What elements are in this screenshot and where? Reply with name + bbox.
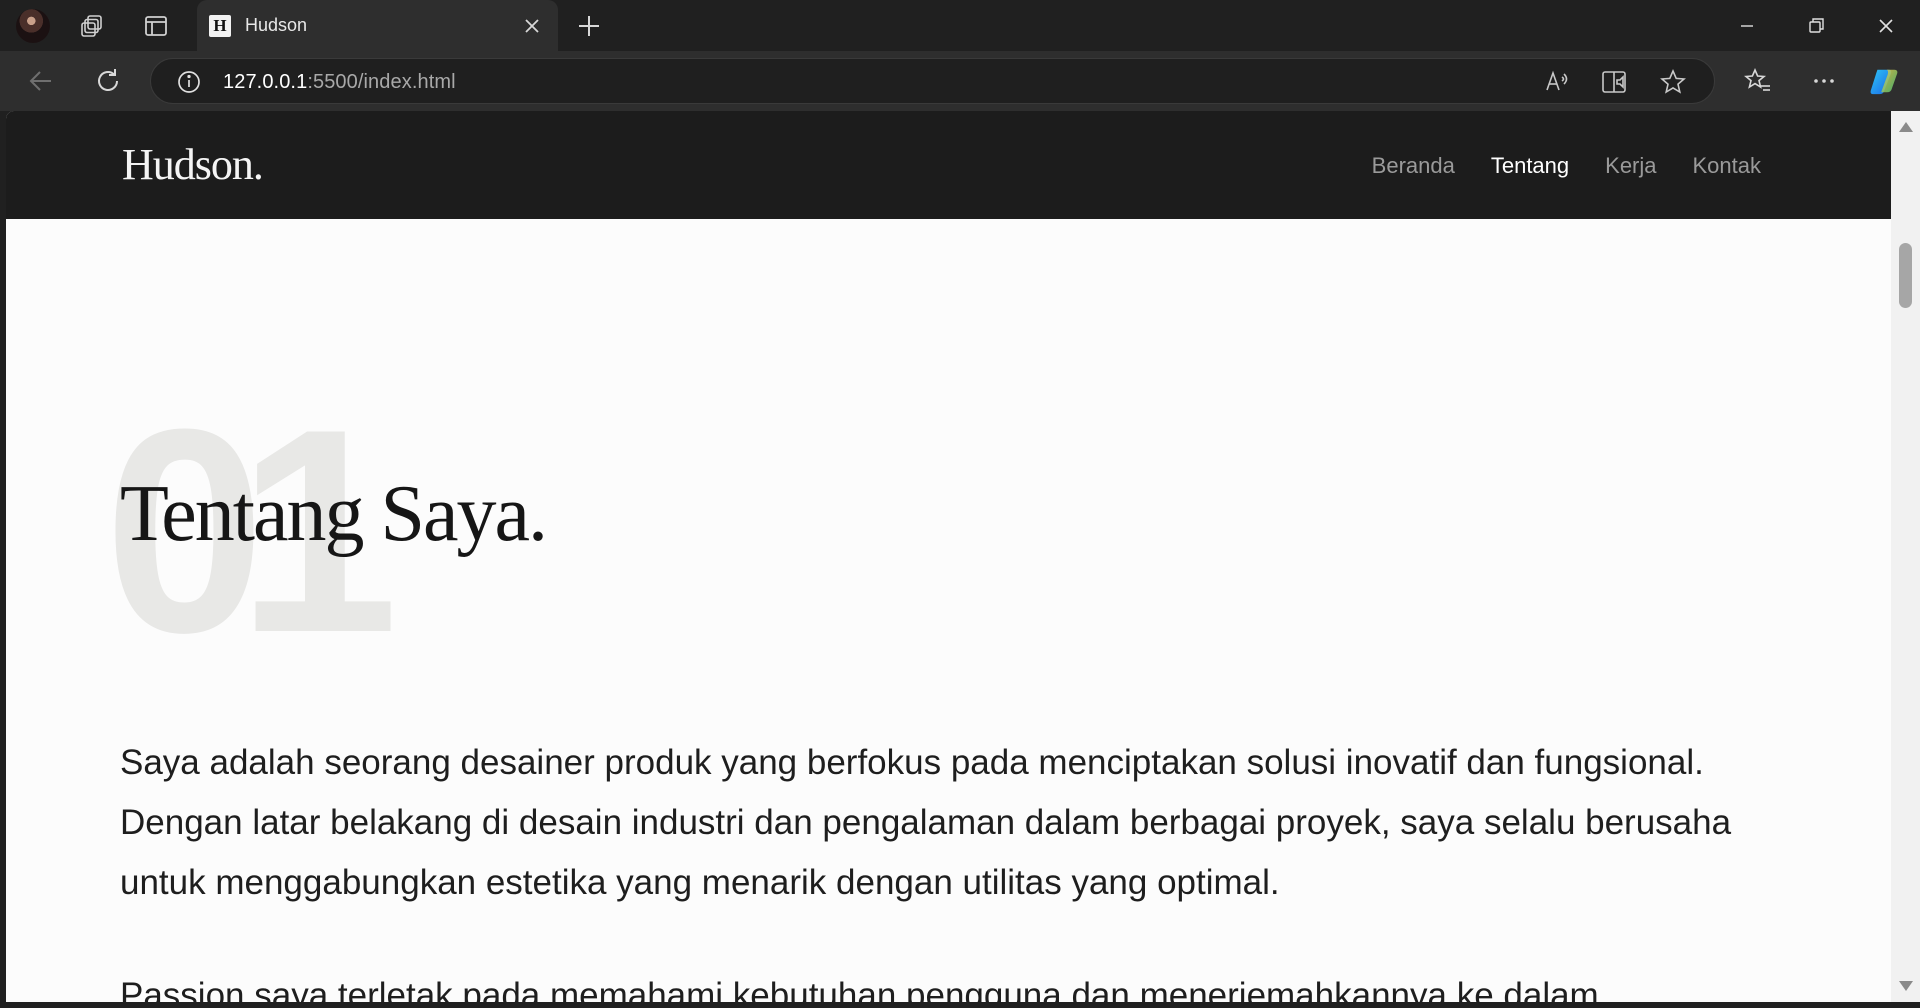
scrollbar-thumb[interactable] — [1899, 243, 1912, 308]
refresh-icon[interactable] — [92, 65, 124, 97]
browser-titlebar: H Hudson — [0, 0, 1920, 51]
new-tab-icon[interactable] — [574, 11, 604, 41]
tab-hudson[interactable]: H Hudson — [197, 0, 558, 51]
favicon-icon: H — [209, 15, 231, 37]
address-bar[interactable]: 127.0.0.1:5500/index.html — [150, 58, 1715, 104]
page-viewport: Hudson. Beranda Tentang Kerja Kontak 01 … — [6, 111, 1891, 1002]
minimize-icon[interactable] — [1727, 10, 1767, 42]
tab-actions-icon[interactable] — [140, 10, 172, 42]
copilot-icon[interactable] — [1868, 65, 1900, 97]
site-info-icon[interactable] — [173, 66, 205, 98]
immersive-reader-icon[interactable] — [1598, 66, 1630, 98]
nav-link-kerja[interactable]: Kerja — [1605, 153, 1656, 179]
site-nav-links: Beranda Tentang Kerja Kontak — [1372, 153, 1761, 179]
favorite-star-icon[interactable] — [1657, 66, 1689, 98]
section-title: Tentang Saya. — [120, 470, 548, 558]
nav-link-beranda[interactable]: Beranda — [1372, 153, 1455, 179]
restore-icon[interactable] — [1796, 10, 1836, 42]
read-aloud-icon[interactable] — [1541, 66, 1573, 98]
more-menu-icon[interactable] — [1808, 65, 1840, 97]
nav-link-kontak[interactable]: Kontak — [1693, 153, 1762, 179]
site-navbar: Hudson. Beranda Tentang Kerja Kontak — [6, 111, 1891, 219]
about-paragraph-2: Passion saya terletak pada memahami kebu… — [120, 976, 1599, 1002]
scroll-down-arrow-icon[interactable] — [1899, 981, 1913, 991]
scroll-up-arrow-icon[interactable] — [1899, 122, 1913, 132]
workspaces-icon[interactable] — [76, 10, 108, 42]
nav-link-tentang[interactable]: Tentang — [1491, 153, 1569, 179]
about-paragraph-1: Saya adalah seorang desainer produk yang… — [120, 743, 1732, 902]
url-text[interactable]: 127.0.0.1:5500/index.html — [223, 71, 456, 94]
profile-avatar[interactable] — [16, 9, 50, 43]
close-tab-icon[interactable] — [520, 14, 544, 38]
close-window-icon[interactable] — [1866, 10, 1906, 42]
favorites-icon[interactable] — [1742, 65, 1774, 97]
back-icon[interactable] — [25, 65, 57, 97]
site-logo[interactable]: Hudson. — [122, 139, 264, 190]
browser-toolbar: 127.0.0.1:5500/index.html — [0, 51, 1920, 111]
tab-title: Hudson — [245, 15, 308, 35]
page-scrollbar[interactable] — [1891, 111, 1920, 1002]
